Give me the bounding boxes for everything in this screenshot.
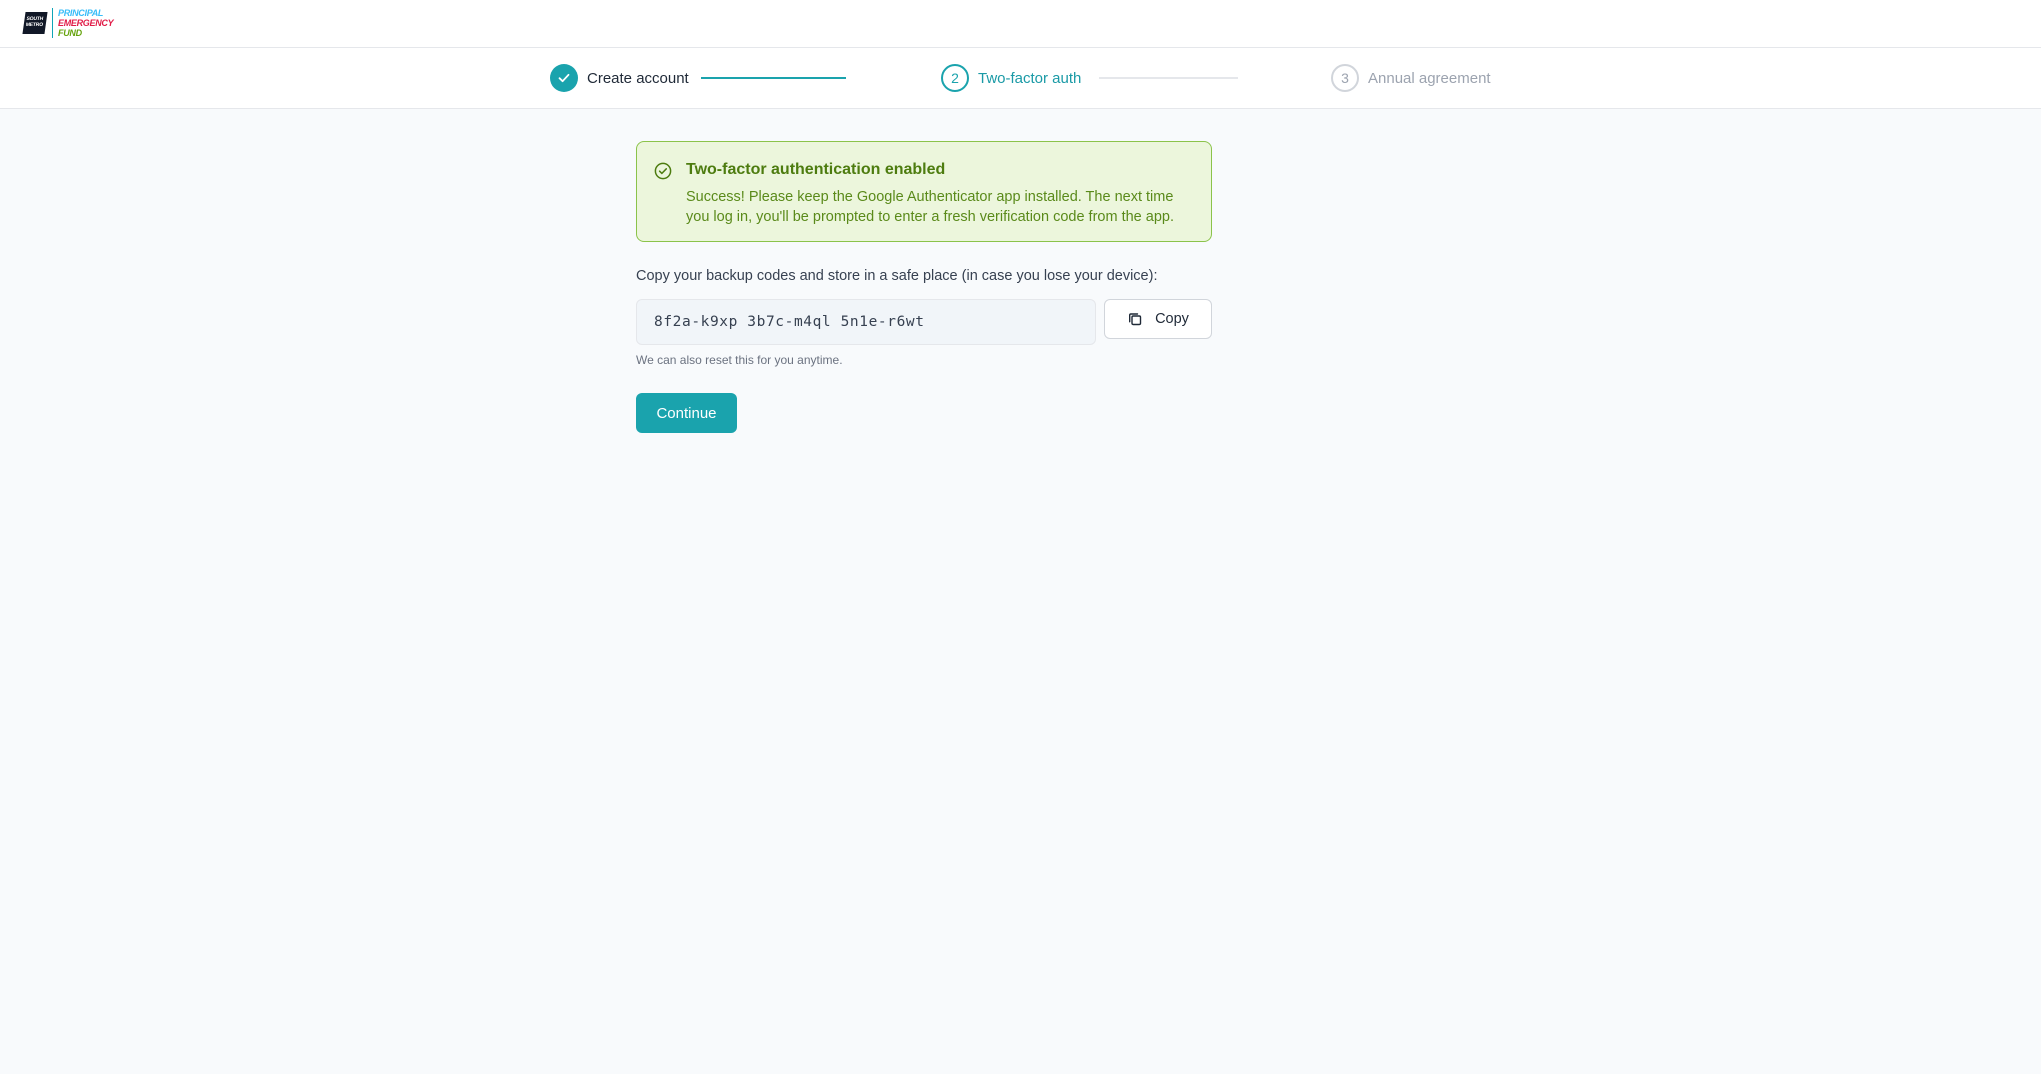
logo-line-3: FUND xyxy=(58,28,82,38)
copy-button-label: Copy xyxy=(1155,311,1189,327)
logo-divider xyxy=(52,8,53,38)
alert-message: Success! Please keep the Google Authenti… xyxy=(686,189,1174,225)
backup-codes-field[interactable]: 8f2a-k9xp 3b7c-m4ql 5n1e-r6wt xyxy=(636,299,1096,345)
step-create-account[interactable]: Create account xyxy=(550,64,689,92)
step-number: 2 xyxy=(941,64,969,92)
step-complete-indicator xyxy=(550,64,578,92)
copy-icon xyxy=(1129,313,1142,326)
step-annual-agreement[interactable]: 3 Annual agreement xyxy=(1331,64,1491,92)
success-alert: Two-factor authentication enabled Succes… xyxy=(636,141,1212,242)
logo-mark-text: SOUTH METRO xyxy=(25,16,44,28)
logo-wordmark: PRINCIPAL EMERGENCY FUND xyxy=(58,8,114,38)
alert-title: Two-factor authentication enabled xyxy=(686,161,946,178)
brand-logo[interactable]: SOUTH METRO PRINCIPAL EMERGENCY FUND xyxy=(22,6,114,40)
step-two-factor-auth[interactable]: 2 Two-factor auth xyxy=(941,64,1081,92)
progress-steps: Create account 2 Two-factor auth 3 Annua… xyxy=(0,48,2041,109)
copy-button[interactable]: Copy xyxy=(1104,299,1212,339)
logo-line-1: PRINCIPAL xyxy=(58,8,104,18)
step-connector-upcoming xyxy=(1099,77,1238,79)
reset-hint: We can also reset this for you anytime. xyxy=(636,353,843,367)
step-number: 3 xyxy=(1331,64,1359,92)
logo-line-2: EMERGENCY xyxy=(58,18,114,28)
check-icon xyxy=(558,73,570,83)
continue-button[interactable]: Continue xyxy=(636,393,737,433)
check-circle-icon xyxy=(654,162,672,180)
step-label: Annual agreement xyxy=(1368,69,1491,87)
backup-codes-instructions: Copy your backup codes and store in a sa… xyxy=(636,268,1158,284)
logo-mark: SOUTH METRO xyxy=(22,12,48,34)
top-bar: SOUTH METRO PRINCIPAL EMERGENCY FUND xyxy=(0,0,2041,48)
step-label: Two-factor auth xyxy=(978,69,1082,87)
step-connector-complete xyxy=(701,77,846,79)
step-label: Create account xyxy=(587,69,689,87)
